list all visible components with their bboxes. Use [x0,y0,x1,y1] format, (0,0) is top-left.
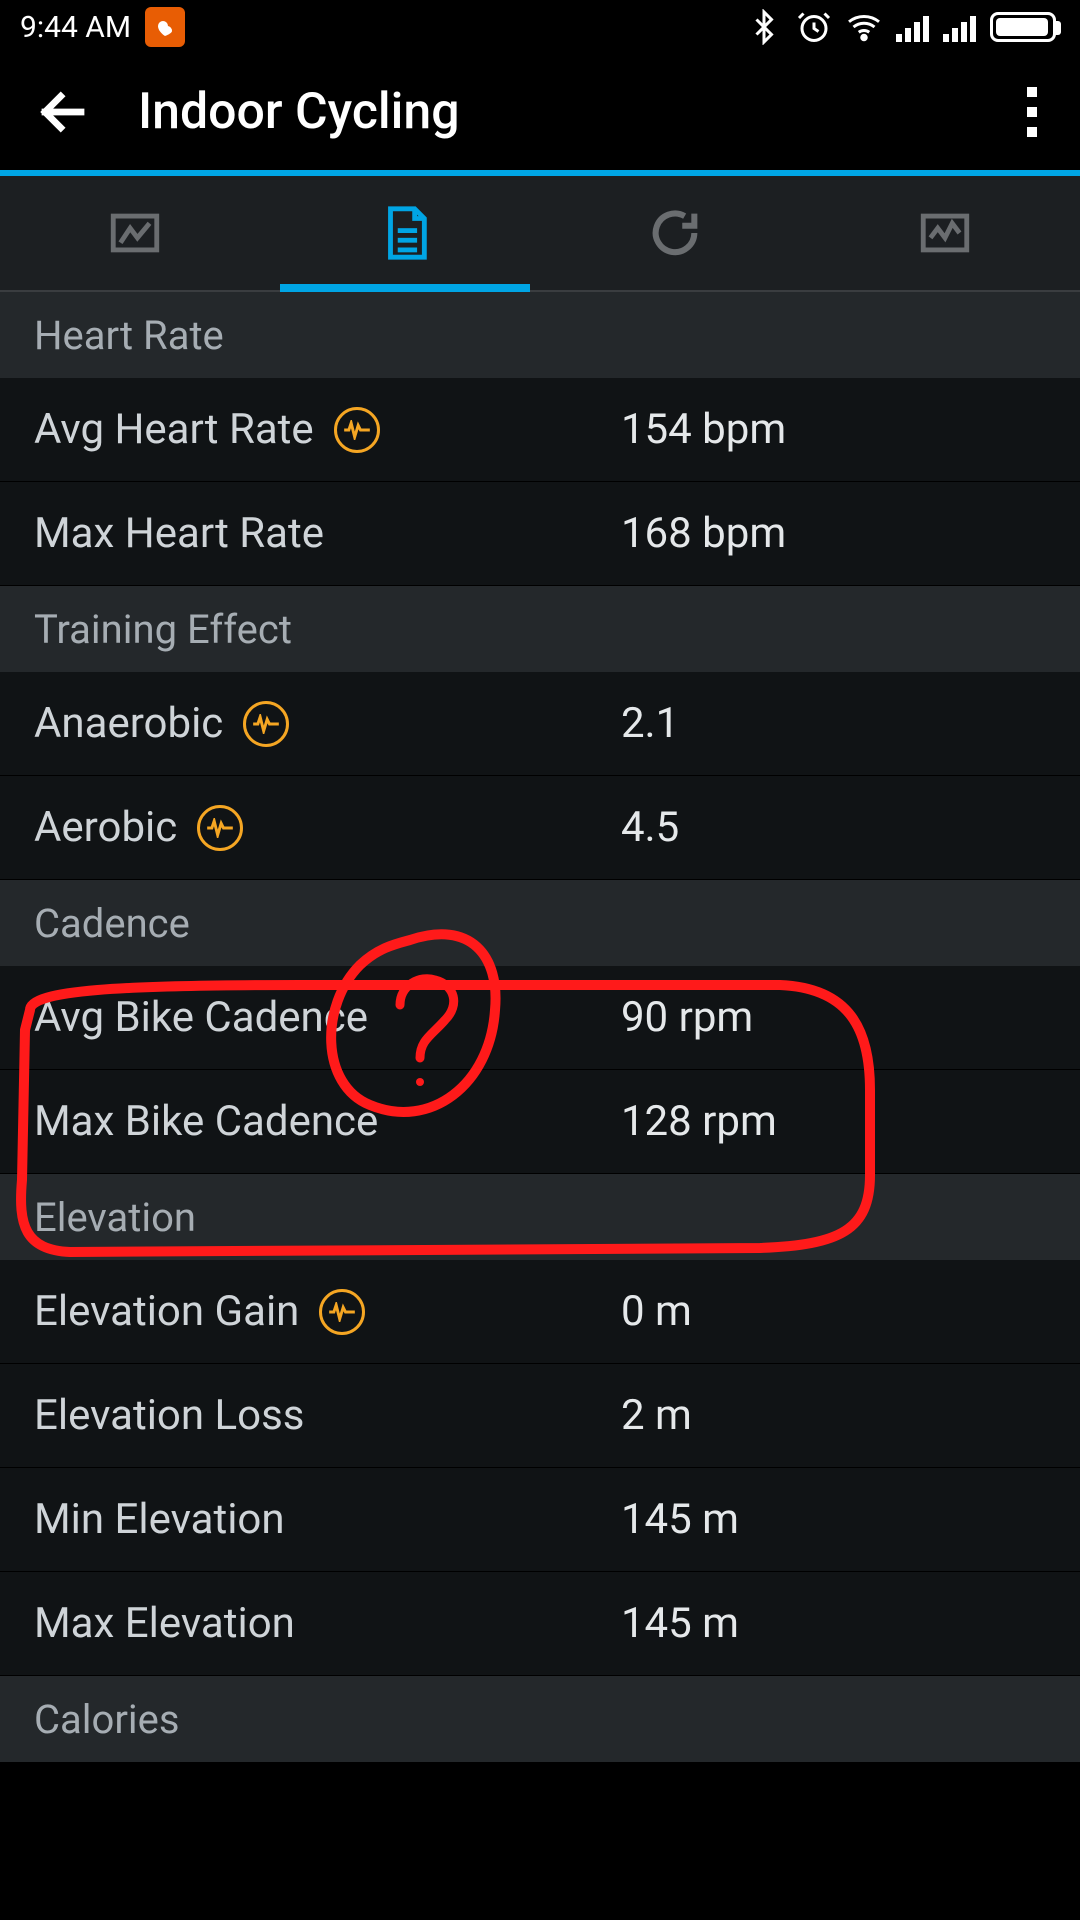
battery-icon [990,12,1056,42]
back-button[interactable] [28,77,98,147]
tab-laps[interactable] [540,176,810,290]
stat-label: Min Elevation [34,1495,285,1544]
stat-label: Elevation Loss [34,1391,304,1440]
app-bar: Indoor Cycling [0,54,1080,176]
waveform-icon [334,407,380,453]
signal-2-icon [943,12,976,42]
status-time: 9:44 AM [20,10,131,45]
section-title: Calories [34,1696,179,1743]
stat-value: 154 bpm [621,405,786,454]
stat-label: Avg Heart Rate [34,405,314,454]
section-header-calories: Calories [0,1676,1080,1762]
stat-row: Min Elevation 145 m [0,1468,1080,1572]
stat-row: Anaerobic 2.1 [0,672,1080,776]
stat-label: Max Heart Rate [34,509,324,558]
section-header-training-effect: Training Effect [0,586,1080,672]
bluetooth-icon [746,9,782,45]
page-title: Indoor Cycling [138,83,1012,141]
stat-label: Anaerobic [34,699,223,748]
stat-label: Elevation Gain [34,1287,299,1336]
stat-row: Elevation Loss 2 m [0,1364,1080,1468]
tab-charts[interactable] [810,176,1080,290]
section-header-elevation: Elevation [0,1174,1080,1260]
stat-value: 2 m [621,1391,692,1440]
stat-row: Aerobic 4.5 [0,776,1080,880]
stat-value: 145 m [621,1495,739,1544]
stat-value: 90 rpm [621,993,753,1042]
stat-value: 0 m [621,1287,692,1336]
strava-notification-icon [145,7,185,47]
signal-1-icon [896,12,929,42]
stat-value: 168 bpm [621,509,786,558]
stat-label: Avg Bike Cadence [34,993,368,1042]
waveform-icon [319,1289,365,1335]
tab-bar [0,176,1080,292]
overflow-menu-button[interactable] [1012,82,1052,142]
stat-row: Max Bike Cadence 128 rpm [0,1070,1080,1174]
waveform-icon [243,701,289,747]
tab-map[interactable] [0,176,270,290]
stat-label: Max Elevation [34,1599,295,1648]
stat-row: Avg Heart Rate 154 bpm [0,378,1080,482]
section-title: Cadence [34,900,190,947]
stat-value: 2.1 [621,699,679,748]
section-title: Training Effect [34,606,292,653]
stat-row: Avg Bike Cadence 90 rpm [0,966,1080,1070]
status-left: 9:44 AM [20,7,185,47]
stat-row: Max Heart Rate 168 bpm [0,482,1080,586]
section-title: Heart Rate [34,312,224,359]
status-right [746,9,1056,45]
alarm-icon [796,9,832,45]
stats-list[interactable]: Heart Rate Avg Heart Rate 154 bpm Max He… [0,292,1080,1762]
stat-row: Max Elevation 145 m [0,1572,1080,1676]
section-title: Elevation [34,1194,196,1241]
section-header-cadence: Cadence [0,880,1080,966]
waveform-icon [197,805,243,851]
section-header-heart-rate: Heart Rate [0,292,1080,378]
stat-label: Aerobic [34,803,177,852]
stat-row: Elevation Gain 0 m [0,1260,1080,1364]
stat-value: 128 rpm [621,1097,777,1146]
tab-stats[interactable] [270,176,540,290]
stat-value: 145 m [621,1599,739,1648]
status-bar: 9:44 AM [0,0,1080,54]
stat-value: 4.5 [621,803,679,852]
stat-label: Max Bike Cadence [34,1097,378,1146]
wifi-icon [846,9,882,45]
